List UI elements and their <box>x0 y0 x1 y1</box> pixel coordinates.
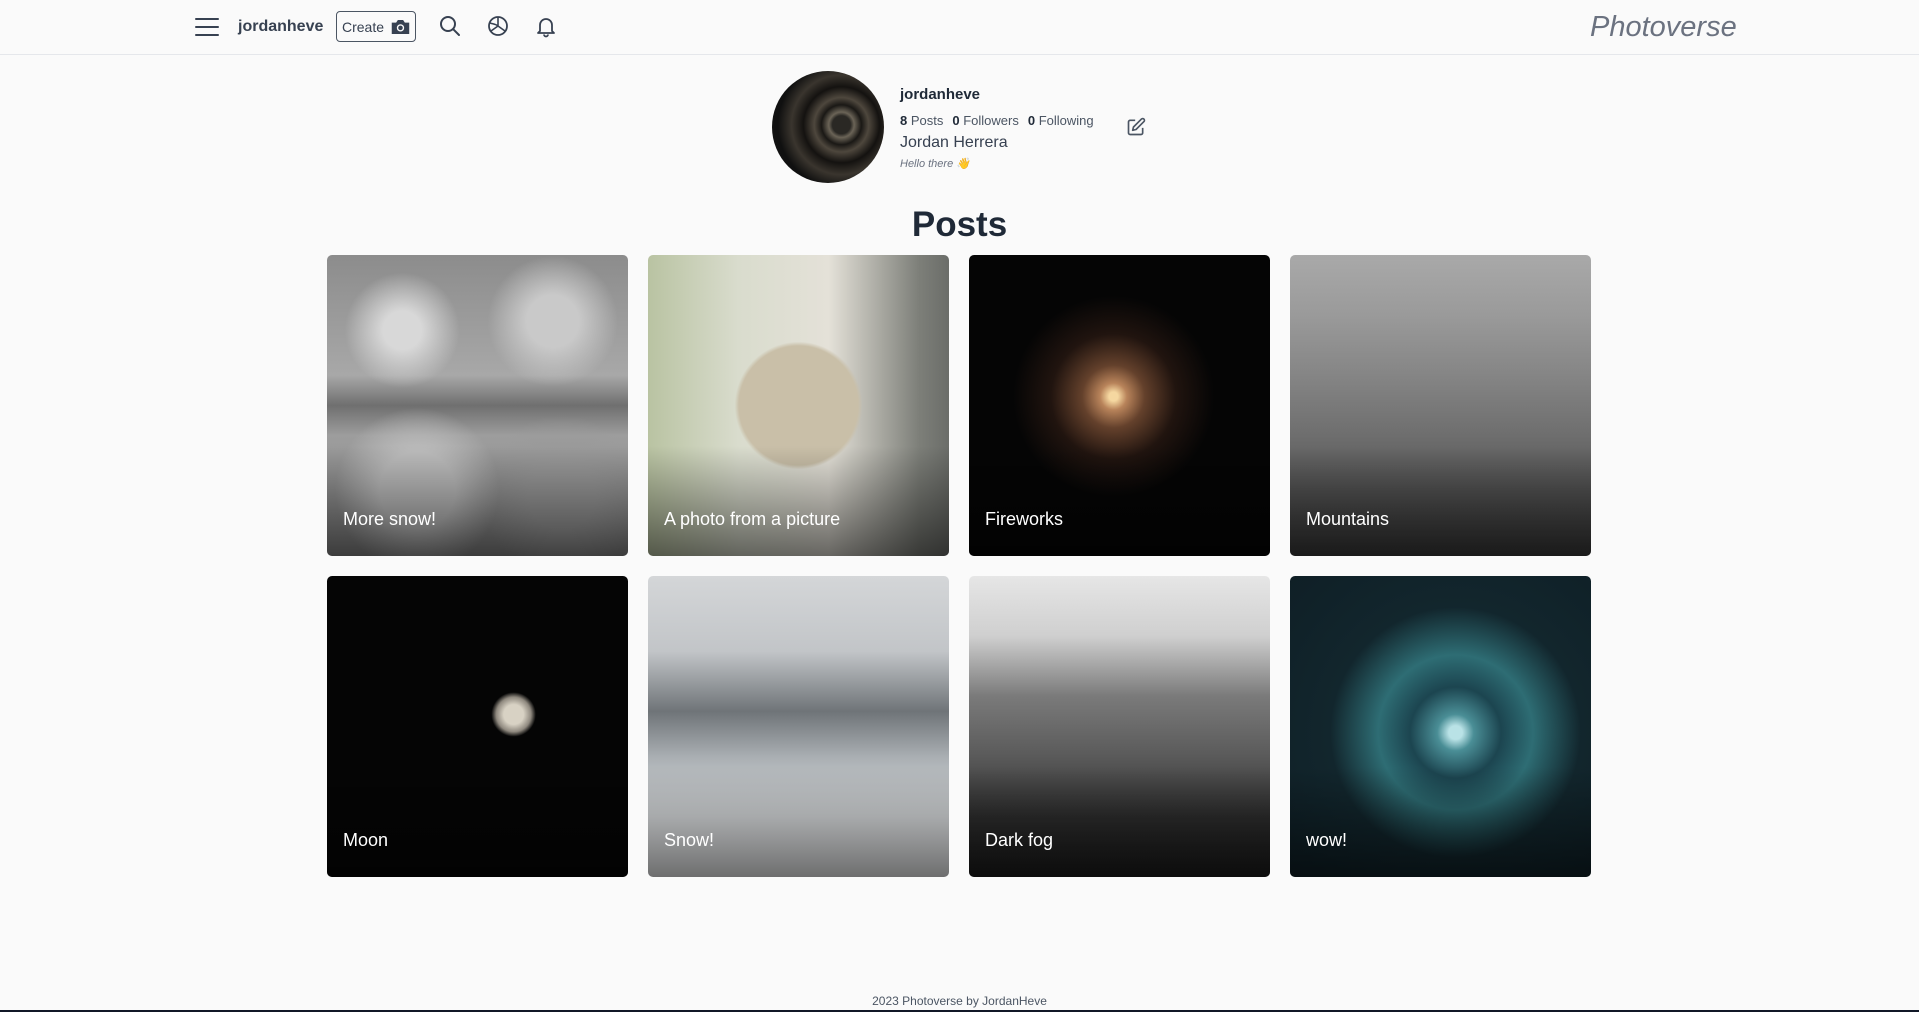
explore-icon[interactable] <box>486 14 510 38</box>
posts-stat: 8 Posts <box>900 113 944 128</box>
profile-bio: Hello there 👋 <box>900 158 970 170</box>
avatar <box>772 71 884 183</box>
post-caption: Snow! <box>664 830 715 850</box>
profile-full-name: Jordan Herrera <box>900 134 1008 151</box>
post-card[interactable]: Snow! <box>648 576 949 877</box>
profile-stats: 8 Posts 0 Followers 0 Following <box>900 113 1094 128</box>
brand-logo[interactable]: Photoverse <box>1590 11 1737 44</box>
post-card[interactable]: Fireworks <box>969 255 1270 556</box>
post-card[interactable]: Moon <box>327 576 628 877</box>
post-card[interactable]: More snow! <box>327 255 628 556</box>
posts-heading: Posts <box>911 205 1008 244</box>
post-card[interactable]: Dark fog <box>969 576 1270 877</box>
post-caption: More snow! <box>343 509 437 529</box>
top-navbar: jordanheve Create Photoverse <box>0 0 1919 55</box>
nav-username-link[interactable]: jordanheve <box>238 18 323 36</box>
post-caption: Fireworks <box>985 509 1064 529</box>
search-icon[interactable] <box>438 14 462 38</box>
profile-username: jordanheve <box>900 86 981 103</box>
post-card[interactable]: Mountains <box>1290 255 1591 556</box>
menu-icon[interactable] <box>192 14 222 40</box>
post-caption: A photo from a picture <box>664 509 841 529</box>
post-caption: wow! <box>1306 830 1348 850</box>
followers-stat[interactable]: 0 Followers <box>952 113 1018 128</box>
camera-icon <box>391 19 410 34</box>
bell-icon[interactable] <box>534 14 558 38</box>
post-card[interactable]: wow! <box>1290 576 1591 877</box>
following-stat[interactable]: 0 Following <box>1028 113 1094 128</box>
post-caption: Moon <box>343 830 389 850</box>
post-card[interactable]: A photo from a picture <box>648 255 949 556</box>
edit-profile-icon[interactable] <box>1126 117 1146 137</box>
footer-text: 2023 Photoverse by JordanHeve <box>872 994 1047 1008</box>
create-button[interactable]: Create <box>336 11 416 42</box>
create-label: Create <box>342 18 385 35</box>
post-caption: Mountains <box>1306 509 1390 529</box>
post-caption: Dark fog <box>985 830 1054 850</box>
